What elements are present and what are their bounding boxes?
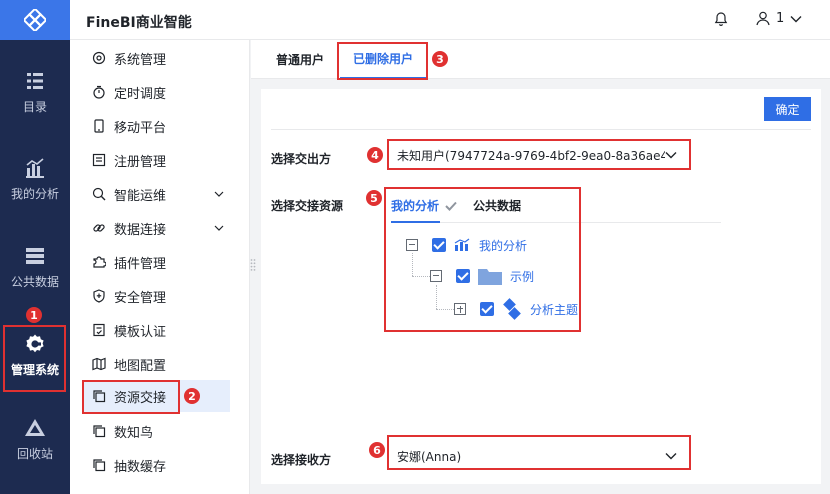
annotation-box bbox=[387, 139, 691, 170]
sidebar-item-data-connection[interactable]: 数据连接 bbox=[70, 212, 250, 244]
sidebar-item-label: 安全管理 bbox=[114, 290, 167, 306]
sidebar-item-system[interactable]: 系统管理 bbox=[70, 42, 250, 74]
bell-icon[interactable] bbox=[713, 11, 729, 27]
ops-icon bbox=[92, 187, 106, 201]
tab-label: 普通用户 bbox=[275, 53, 324, 67]
sidebar-item-schedule[interactable]: 定时调度 bbox=[70, 76, 250, 108]
rail-item-public-data[interactable]: 公共数据 bbox=[0, 245, 70, 290]
rail-item-label: 公共数据 bbox=[10, 275, 59, 289]
catalog-icon bbox=[27, 73, 43, 89]
sidebar-item-label: 抽数缓存 bbox=[114, 459, 167, 475]
mobile-icon bbox=[94, 119, 104, 133]
annotation-badge: 5 bbox=[366, 190, 382, 206]
tab-normal-users[interactable]: 普通用户 bbox=[265, 40, 335, 79]
shield-icon bbox=[93, 289, 105, 303]
chevron-down-icon bbox=[214, 191, 224, 197]
chevron-down-icon bbox=[790, 15, 802, 22]
divider bbox=[271, 129, 811, 130]
sidebar-item-label: 地图配置 bbox=[114, 358, 167, 374]
annotation-badge: 2 bbox=[184, 388, 200, 404]
app-title: FineBI商业智能 bbox=[86, 15, 192, 31]
link-icon bbox=[93, 224, 105, 232]
sidebar-item-security[interactable]: 安全管理 bbox=[70, 280, 250, 312]
drag-handle-icon[interactable] bbox=[250, 258, 256, 272]
app-logo[interactable] bbox=[0, 0, 70, 40]
sidebar-item-label: 移动平台 bbox=[114, 120, 167, 136]
chevron-down-icon bbox=[214, 225, 224, 231]
sidebar-item-label: 智能运维 bbox=[114, 188, 167, 204]
copy-icon bbox=[93, 459, 106, 472]
sidebar-item-label: 模板认证 bbox=[114, 324, 167, 340]
annotation-box bbox=[387, 435, 691, 470]
sidebar-item-registration[interactable]: 注册管理 bbox=[70, 144, 250, 176]
receiver-label: 选择接收方 bbox=[271, 453, 332, 467]
template-icon bbox=[93, 323, 105, 337]
admin-sidebar: 系统管理 定时调度 移动平台 注册管理 智能运维 数据连接 插件管理 安全管理 … bbox=[70, 40, 250, 494]
resources-label: 选择交接资源 bbox=[271, 199, 344, 213]
annotation-box bbox=[82, 380, 180, 414]
sidebar-item-map[interactable]: 地图配置 bbox=[70, 348, 250, 380]
sidebar-item-smart-ops[interactable]: 智能运维 bbox=[70, 178, 250, 210]
annotation-box bbox=[3, 325, 66, 392]
annotation-badge: 6 bbox=[369, 442, 385, 458]
recycle-bin-icon bbox=[25, 419, 45, 436]
sidebar-item-plugins[interactable]: 插件管理 bbox=[70, 246, 250, 278]
annotation-box bbox=[337, 42, 428, 80]
rail-item-label: 回收站 bbox=[16, 447, 53, 461]
map-icon bbox=[92, 357, 106, 371]
sidebar-item-mobile[interactable]: 移动平台 bbox=[70, 110, 250, 142]
sidebar-item-label: 插件管理 bbox=[114, 256, 167, 272]
registration-icon bbox=[92, 153, 106, 167]
copy-icon bbox=[93, 425, 106, 438]
user-count: 1 bbox=[776, 11, 785, 26]
sidebar-item-label: 数知鸟 bbox=[114, 425, 154, 441]
confirm-button[interactable]: 确定 bbox=[764, 97, 811, 121]
annotation-badge: 3 bbox=[432, 51, 448, 67]
left-rail: 目录 我的分析 公共数据 管理系统 回收站 bbox=[0, 0, 70, 494]
sidebar-item-label: 数据连接 bbox=[114, 222, 167, 238]
rail-item-my-analysis[interactable]: 我的分析 bbox=[0, 157, 70, 202]
system-settings-icon bbox=[92, 51, 106, 65]
sidebar-item-shuzhiniao[interactable]: 数知鸟 bbox=[70, 415, 250, 447]
sidebar-item-label: 定时调度 bbox=[114, 86, 167, 102]
user-menu[interactable]: 1 bbox=[756, 11, 802, 26]
sidebar-item-template-cert[interactable]: 模板认证 bbox=[70, 314, 250, 346]
sidebar-item-label: 注册管理 bbox=[114, 154, 167, 170]
analysis-icon bbox=[26, 158, 44, 178]
rail-item-label: 我的分析 bbox=[10, 187, 59, 201]
rail-item-catalog[interactable]: 目录 bbox=[0, 70, 70, 115]
annotation-badge: 1 bbox=[26, 307, 42, 323]
sidebar-item-extract-cache[interactable]: 抽数缓存 bbox=[70, 449, 250, 481]
annotation-badge: 4 bbox=[367, 147, 383, 163]
top-header: FineBI商业智能 1 bbox=[70, 0, 830, 40]
rail-item-recycle-bin[interactable]: 回收站 bbox=[0, 417, 70, 462]
plugin-icon bbox=[93, 256, 106, 268]
logo-icon bbox=[24, 9, 46, 31]
user-icon bbox=[756, 11, 770, 26]
stopwatch-icon bbox=[93, 85, 105, 99]
rail-item-label: 目录 bbox=[22, 100, 47, 114]
sidebar-item-label: 系统管理 bbox=[114, 52, 167, 68]
annotation-box bbox=[384, 187, 581, 332]
handover-from-label: 选择交出方 bbox=[271, 152, 332, 166]
public-data-icon bbox=[26, 248, 44, 264]
